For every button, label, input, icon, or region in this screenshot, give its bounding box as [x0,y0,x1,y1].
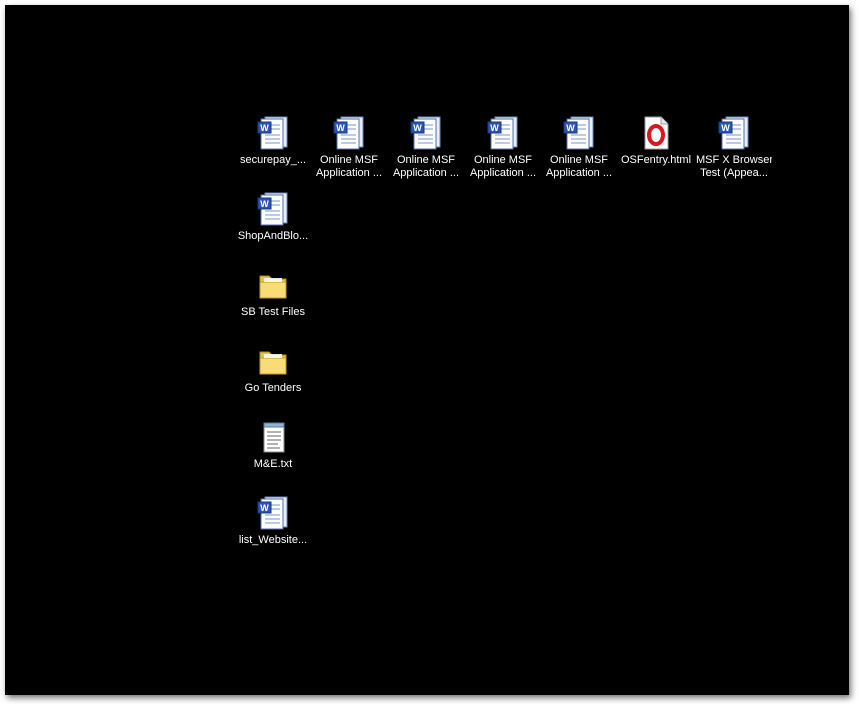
icon-label: Go Tenders [244,382,302,394]
desktop-icon-sb-test-files[interactable]: SB Test Files [235,267,311,337]
icon-label: Online MSF Application ... [392,154,460,179]
desktop-icon-list-website[interactable]: list_Website... [235,495,311,565]
icon-label: Online MSF Application ... [315,154,383,179]
icon-label: M&E.txt [253,458,293,470]
word-document-icon [562,115,596,151]
icon-label: SB Test Files [241,306,305,318]
icon-label: Online MSF Application ... [469,154,537,179]
icon-label: securepay_... [239,154,307,166]
icon-label: MSF X Browser Test (Appea... [696,154,772,179]
icon-label: Online MSF Application ... [545,154,613,179]
icon-label: OSFentry.html [620,154,692,166]
word-document-icon [409,115,443,151]
desktop-icon-securepay[interactable]: securepay_... [235,115,311,185]
desktop-icon-me-txt[interactable]: M&E.txt [235,419,311,489]
icon-label: ShopAndBlo... [237,230,309,242]
word-document-icon [256,115,290,151]
desktop-icon-msf-x-browser-test[interactable]: MSF X Browser Test (Appea... [696,115,772,185]
word-document-icon [486,115,520,151]
desktop-icon-online-msf-3[interactable]: Online MSF Application ... [465,115,541,185]
desktop-icon-online-msf-2[interactable]: Online MSF Application ... [388,115,464,185]
notepad-text-icon [256,419,290,455]
opera-html-icon [639,115,673,151]
folder-icon [256,267,290,303]
folder-icon [256,343,290,379]
word-document-icon [256,495,290,531]
word-document-icon [332,115,366,151]
desktop[interactable]: securepay_... Online MSF Application ...… [5,5,849,695]
desktop-icon-online-msf-4[interactable]: Online MSF Application ... [541,115,617,185]
desktop-icon-online-msf-1[interactable]: Online MSF Application ... [311,115,387,185]
desktop-icon-go-tenders[interactable]: Go Tenders [235,343,311,413]
desktop-icon-osfentry-html[interactable]: OSFentry.html [618,115,694,185]
word-document-icon [256,191,290,227]
icon-label: list_Website... [238,534,308,546]
desktop-icon-shopandblo[interactable]: ShopAndBlo... [235,191,311,261]
word-document-icon [717,115,751,151]
